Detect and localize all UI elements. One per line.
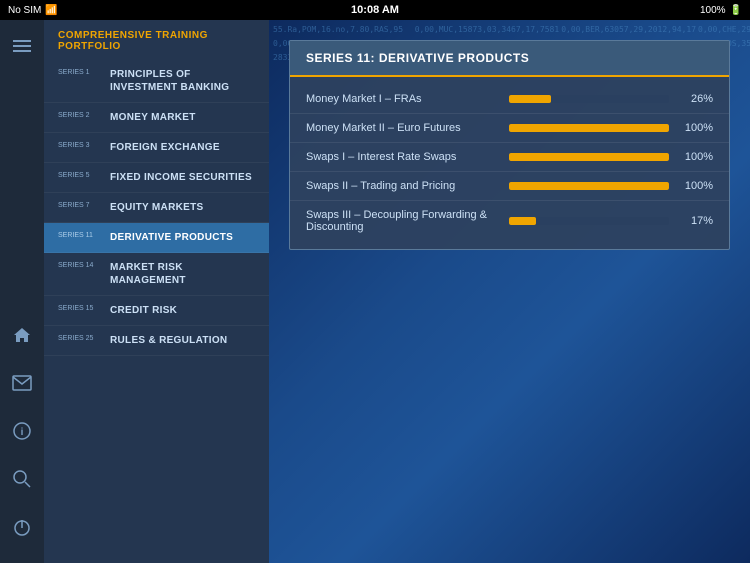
status-left: No SIM 📶: [8, 5, 58, 16]
progress-bar-fill: [509, 182, 669, 190]
series-title: DERIVATIVE PRODUCTS: [110, 231, 233, 244]
battery-icon: 🔋: [730, 5, 742, 16]
sidebar-item-series-15[interactable]: SERIES 15 CREDIT RISK: [44, 296, 269, 326]
info-icon: i: [12, 421, 32, 441]
progress-percentage: 26%: [681, 93, 713, 105]
power-button[interactable]: [6, 511, 38, 543]
course-row[interactable]: Money Market II – Euro Futures 100%: [290, 114, 729, 143]
series-label: SERIES 11: [58, 231, 102, 239]
sidebar-header: COMPREHENSIVE TRAINING PORTFOLIO: [44, 20, 269, 60]
mail-button[interactable]: [6, 367, 38, 399]
stock-row: 0,00,CHE,29518,30,2194,71,31: [698, 24, 750, 36]
progress-bar-container: [509, 217, 669, 225]
progress-percentage: 17%: [681, 215, 713, 227]
stock-row: 0,00,MUC,15873,03,3467,17,7581: [415, 24, 560, 36]
panel-title: SERIES 11: DERIVATIVE PRODUCTS: [290, 41, 729, 77]
series-label: SERIES 25: [58, 334, 102, 342]
series-title: FOREIGN EXCHANGE: [110, 141, 220, 154]
home-icon: [12, 325, 32, 345]
series-title: FIXED INCOME SECURITIES: [110, 171, 252, 184]
stock-row: 55.Ra,POM,16.no,7.80,RAS,95: [273, 24, 413, 36]
progress-bar-fill: [509, 95, 551, 103]
sidebar-item-series-11[interactable]: SERIES 11 DERIVATIVE PRODUCTS: [44, 223, 269, 253]
series-label: SERIES 7: [58, 201, 102, 209]
mail-icon: [12, 375, 32, 391]
course-row[interactable]: Money Market I – FRAs 26%: [290, 85, 729, 114]
course-name: Swaps III – Decoupling Forwarding & Disc…: [306, 209, 497, 233]
progress-percentage: 100%: [681, 180, 713, 192]
progress-bar-fill: [509, 153, 669, 161]
course-name: Swaps II – Trading and Pricing: [306, 180, 497, 192]
sidebar: COMPREHENSIVE TRAINING PORTFOLIO SERIES …: [44, 20, 269, 563]
progress-percentage: 100%: [681, 151, 713, 163]
course-name: Money Market II – Euro Futures: [306, 122, 497, 134]
course-row[interactable]: Swaps II – Trading and Pricing 100%: [290, 172, 729, 201]
sidebar-item-series-14[interactable]: SERIES 14 MARKET RISK MANAGEMENT: [44, 253, 269, 296]
series-label: SERIES 1: [58, 68, 102, 76]
series-panel: SERIES 11: DERIVATIVE PRODUCTS Money Mar…: [289, 40, 730, 250]
series-label: SERIES 5: [58, 171, 102, 179]
sidebar-item-series-7[interactable]: SERIES 7 EQUITY MARKETS: [44, 193, 269, 223]
status-bar: No SIM 📶 10:08 AM 100% 🔋: [0, 0, 750, 20]
progress-bar-container: [509, 153, 669, 161]
progress-bar-fill: [509, 124, 669, 132]
progress-percentage: 100%: [681, 122, 713, 134]
icon-bar: i: [0, 20, 44, 563]
search-button[interactable]: [6, 463, 38, 495]
wifi-icon: 📶: [45, 5, 57, 16]
series-label: SERIES 15: [58, 304, 102, 312]
series-title: EQUITY MARKETS: [110, 201, 203, 214]
main-content: 55.Ra,POM,16.no,7.80,RAS,950,00,MUC,1587…: [269, 20, 750, 563]
progress-bar-container: [509, 124, 669, 132]
hamburger-icon: [13, 40, 31, 52]
search-icon: [12, 469, 32, 489]
series-title: RULES & REGULATION: [110, 334, 227, 347]
sidebar-item-series-5[interactable]: SERIES 5 FIXED INCOME SECURITIES: [44, 163, 269, 193]
sidebar-item-series-2[interactable]: SERIES 2 MONEY MARKET: [44, 103, 269, 133]
series-label: SERIES 3: [58, 141, 102, 149]
course-row[interactable]: Swaps III – Decoupling Forwarding & Disc…: [290, 201, 729, 241]
series-label: SERIES 14: [58, 261, 102, 269]
series-label: SERIES 2: [58, 111, 102, 119]
svg-text:i: i: [21, 427, 24, 438]
sidebar-item-series-1[interactable]: SERIES 1 PRINCIPLES OF INVESTMENT BANKIN…: [44, 60, 269, 103]
progress-bar-container: [509, 182, 669, 190]
stock-row: 0,00,BER,63057,29,2012,94,17: [561, 24, 696, 36]
course-row[interactable]: Swaps I – Interest Rate Swaps 100%: [290, 143, 729, 172]
progress-bar-fill: [509, 217, 536, 225]
power-icon: [12, 517, 32, 537]
no-sim-label: No SIM: [8, 5, 41, 16]
series-title: CREDIT RISK: [110, 304, 177, 317]
battery-label: 100%: [700, 5, 726, 16]
home-button[interactable]: [6, 319, 38, 351]
status-time: 10:08 AM: [351, 4, 399, 16]
status-right: 100% 🔋: [700, 5, 742, 16]
series-title: MARKET RISK MANAGEMENT: [110, 261, 255, 287]
series-title: MONEY MARKET: [110, 111, 196, 124]
sidebar-item-series-25[interactable]: SERIES 25 RULES & REGULATION: [44, 326, 269, 356]
panel-body: Money Market I – FRAs 26% Money Market I…: [290, 77, 729, 249]
course-name: Swaps I – Interest Rate Swaps: [306, 151, 497, 163]
menu-button[interactable]: [6, 30, 38, 62]
series-title: PRINCIPLES OF INVESTMENT BANKING: [110, 68, 255, 94]
sidebar-item-series-3[interactable]: SERIES 3 FOREIGN EXCHANGE: [44, 133, 269, 163]
course-name: Money Market I – FRAs: [306, 93, 497, 105]
info-button[interactable]: i: [6, 415, 38, 447]
progress-bar-container: [509, 95, 669, 103]
